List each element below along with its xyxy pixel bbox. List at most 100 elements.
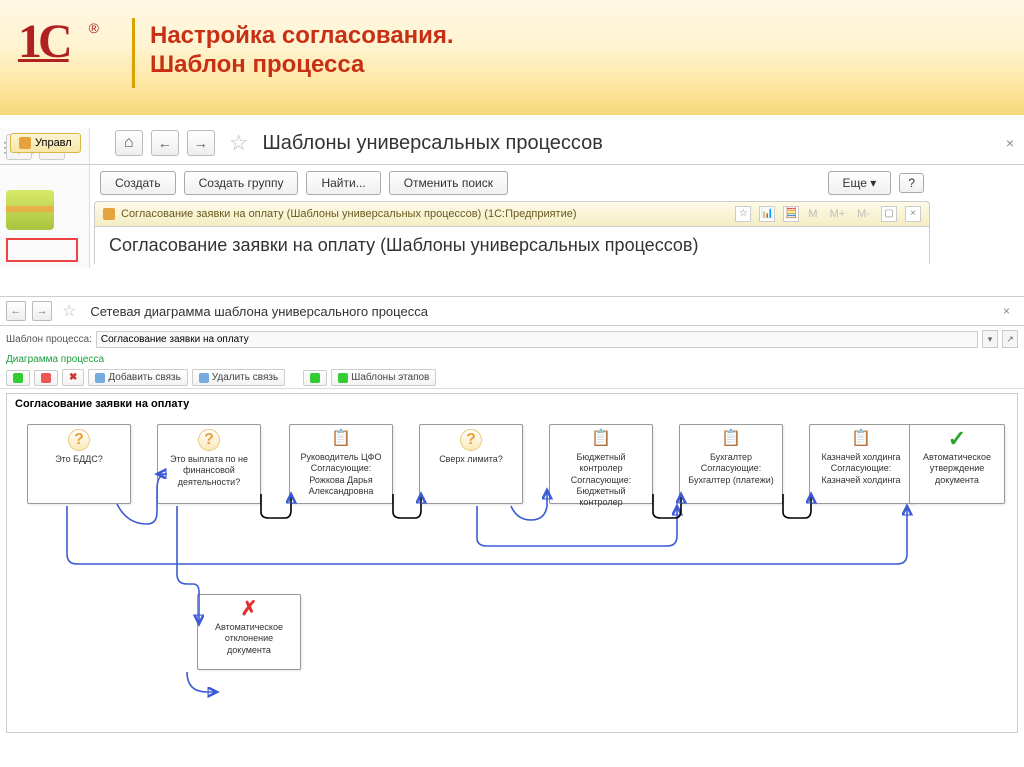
node-cfo-head[interactable]: 📋 Руководитель ЦФО Согласующие: Рожкова … bbox=[289, 424, 393, 504]
delete-link-button[interactable]: Удалить связь bbox=[192, 369, 285, 386]
question-icon: ? bbox=[68, 429, 90, 451]
close-icon[interactable]: × bbox=[905, 206, 921, 222]
find-button[interactable]: Найти... bbox=[306, 171, 380, 195]
node-auto-reject[interactable]: ✗ Автоматическое отклонение документа bbox=[197, 594, 301, 670]
field-dropdown-button[interactable]: ▾ bbox=[982, 330, 998, 348]
more-label: Еще bbox=[843, 176, 867, 190]
del-link-label: Удалить связь bbox=[212, 372, 278, 383]
template-field-row: Шаблон процесса: ▾ ↗ bbox=[0, 326, 1024, 352]
node-accountant[interactable]: 📋 Бухгалтер Согласующие: Бухгалтер (плат… bbox=[679, 424, 783, 504]
field-open-button[interactable]: ↗ bbox=[1002, 330, 1018, 348]
create-group-button[interactable]: Создать группу bbox=[184, 171, 299, 195]
delete-tool[interactable] bbox=[34, 370, 58, 386]
note-icon: 📋 bbox=[851, 429, 871, 449]
diagram-tool-row: ✖ Добавить связь Удалить связь Шаблоны э… bbox=[0, 367, 1024, 389]
modal-app-icon bbox=[103, 208, 115, 220]
diagram-star-icon[interactable]: ☆ bbox=[62, 301, 76, 321]
slide-header: 1C ® Настройка согласования. Шаблон проц… bbox=[0, 0, 1024, 115]
pencil-icon bbox=[13, 373, 23, 383]
del-link-icon bbox=[199, 373, 209, 383]
m-plus-button[interactable]: M+ bbox=[830, 208, 846, 220]
modal-title-text: Согласование заявки на оплату (Шаблоны у… bbox=[121, 208, 577, 220]
slide-title-line1: Настройка согласования. bbox=[150, 22, 454, 51]
add-link-icon bbox=[95, 373, 105, 383]
node-label: Сверх лимита? bbox=[424, 454, 518, 465]
node-label: Автоматическое отклонение документа bbox=[202, 622, 296, 656]
add-link-button[interactable]: Добавить связь bbox=[88, 369, 187, 386]
diagram-window: ← → ☆ Сетевая диаграмма шаблона универса… bbox=[0, 296, 1024, 737]
help-button[interactable]: ? bbox=[899, 173, 924, 193]
template-field-label: Шаблон процесса: bbox=[6, 334, 92, 345]
node-label: Бухгалтер Согласующие: Бухгалтер (платеж… bbox=[684, 452, 778, 486]
node-label: Это выплата по не финансовой деятельност… bbox=[162, 454, 256, 488]
app-window: Управл ⌂ ← → ☆ Шаблоны универсальных про… bbox=[0, 128, 1024, 264]
favorite-star-icon[interactable]: ☆ bbox=[229, 130, 249, 156]
delete-icon bbox=[41, 373, 51, 383]
diagram-close-button[interactable]: × bbox=[995, 304, 1018, 318]
diagram-toolbar: ← → ☆ Сетевая диаграмма шаблона универса… bbox=[0, 297, 1024, 326]
note-icon: 📋 bbox=[331, 429, 351, 449]
tool-icon-3[interactable]: 🧮 bbox=[783, 206, 799, 222]
node-over-limit-question[interactable]: ? Сверх лимита? bbox=[419, 424, 523, 504]
page-title: Шаблоны универсальных процессов bbox=[262, 132, 602, 155]
create-button[interactable]: Создать bbox=[100, 171, 176, 195]
question-icon: ? bbox=[198, 429, 220, 451]
diagram-window-title: Сетевая диаграмма шаблона универсального… bbox=[90, 304, 428, 319]
modal-heading: Согласование заявки на оплату (Шаблоны у… bbox=[94, 227, 930, 264]
node-label: Руководитель ЦФО Согласующие: Рожкова Да… bbox=[294, 452, 388, 497]
chevron-down-icon: ▾ bbox=[870, 176, 876, 190]
slide-title: Настройка согласования. Шаблон процесса bbox=[150, 22, 454, 80]
main-toolbar: Управл ⌂ ← → ☆ Шаблоны универсальных про… bbox=[0, 128, 1024, 165]
node-label: Автоматическое утверждение документа bbox=[914, 452, 1000, 486]
app-tab-icon bbox=[19, 137, 31, 149]
refresh-icon bbox=[310, 373, 320, 383]
cancel-search-button[interactable]: Отменить поиск bbox=[389, 171, 508, 195]
diagram-forward-button[interactable]: → bbox=[32, 301, 52, 321]
template-field-input[interactable] bbox=[96, 331, 978, 348]
logo-reg: ® bbox=[89, 20, 99, 36]
node-bdds-question[interactable]: ? Это БДДС? bbox=[27, 424, 131, 504]
forward-button[interactable]: → bbox=[187, 130, 215, 156]
divider-bar bbox=[132, 18, 135, 88]
more-button[interactable]: Еще ▾ bbox=[828, 171, 892, 195]
stage-tpl-icon bbox=[338, 373, 348, 383]
add-link-label: Добавить связь bbox=[108, 372, 180, 383]
tool-icon-1[interactable]: ☆ bbox=[735, 206, 751, 222]
action-toolbar: Создать Создать группу Найти... Отменить… bbox=[0, 165, 1024, 201]
note-icon: 📋 bbox=[591, 429, 611, 449]
m-minus-button[interactable]: M- bbox=[857, 208, 870, 220]
tool-icon-2[interactable]: 📊 bbox=[759, 206, 775, 222]
stage-templates-button[interactable]: Шаблоны этапов bbox=[331, 369, 436, 386]
logo-1c: 1C ® bbox=[18, 14, 93, 89]
logo-text: 1C bbox=[18, 15, 69, 68]
canvas-title: Согласование заявки на оплату bbox=[15, 398, 189, 410]
app-tab[interactable]: Управл bbox=[10, 133, 81, 153]
note-icon: 📋 bbox=[721, 429, 741, 449]
edit-tool[interactable] bbox=[6, 370, 30, 386]
modal-titlebar: Согласование заявки на оплату (Шаблоны у… bbox=[94, 201, 930, 227]
back-button[interactable]: ← bbox=[151, 130, 179, 156]
node-label: Это БДДС? bbox=[32, 454, 126, 465]
node-treasurer[interactable]: 📋 Казначей холдинга Согласующие: Казначе… bbox=[809, 424, 913, 504]
check-icon: ✓ bbox=[947, 429, 967, 449]
close-button[interactable]: × bbox=[1006, 135, 1014, 151]
refresh-tool[interactable] bbox=[303, 370, 327, 386]
home-button[interactable]: ⌂ bbox=[115, 130, 143, 156]
x-icon: ✖ bbox=[69, 372, 77, 383]
app-tab-label: Управл bbox=[35, 137, 72, 149]
diagram-back-button[interactable]: ← bbox=[6, 301, 26, 321]
stage-tpl-label: Шаблоны этапов bbox=[351, 372, 429, 383]
minimize-icon[interactable]: ▢ bbox=[881, 206, 897, 222]
clear-tool[interactable]: ✖ bbox=[62, 369, 84, 386]
cross-icon: ✗ bbox=[239, 599, 259, 619]
node-auto-approve[interactable]: ✓ Автоматическое утверждение документа bbox=[909, 424, 1005, 504]
node-label: Казначей холдинга Согласующие: Казначей … bbox=[814, 452, 908, 486]
node-nonfinancial-question[interactable]: ? Это выплата по не финансовой деятельно… bbox=[157, 424, 261, 504]
node-budget-controller[interactable]: 📋 Бюджетный контролер Согласующие: Бюдже… bbox=[549, 424, 653, 504]
slide-title-line2: Шаблон процесса bbox=[150, 51, 454, 80]
question-icon: ? bbox=[460, 429, 482, 451]
diagram-section-label: Диаграмма процесса bbox=[0, 352, 1024, 367]
diagram-canvas[interactable]: Согласование заявки на оплату ? Это БДДС… bbox=[6, 393, 1018, 733]
m-button[interactable]: M bbox=[808, 208, 817, 220]
node-label: Бюджетный контролер Согласующие: Бюджетн… bbox=[554, 452, 648, 508]
